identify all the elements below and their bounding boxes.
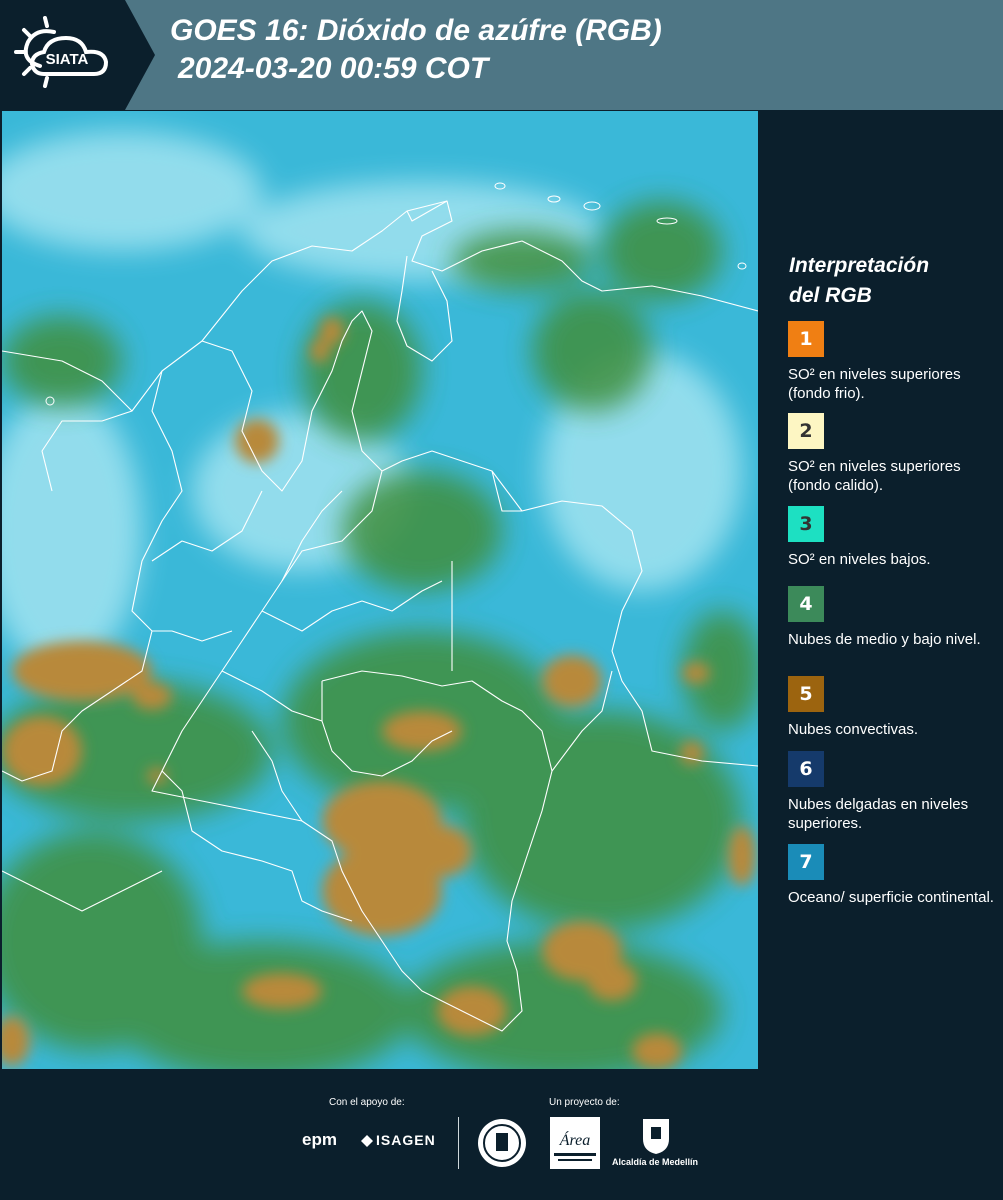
legend-swatch: 5: [788, 676, 824, 712]
svg-text:Área: Área: [559, 1130, 591, 1149]
support-label: Con el apoyo de:: [329, 1097, 405, 1108]
footer-divider: [458, 1117, 459, 1169]
legend-swatch: 4: [788, 586, 824, 622]
page-timestamp: 2024-03-20 00:59 COT: [178, 52, 489, 85]
legend-item: 3 SO² en niveles bajos.: [788, 506, 998, 569]
project-label: Un proyecto de:: [549, 1097, 620, 1108]
legend-label: Nubes convectivas.: [788, 721, 919, 738]
map-image: [2, 111, 758, 1069]
isagen-icon: [361, 1135, 373, 1147]
legend-label: SO² en niveles superiores (fondo frio).: [788, 366, 961, 402]
alcaldia-label: Alcaldía de Medellín: [612, 1157, 699, 1167]
legend-title: Interpretación del RGB: [789, 251, 929, 311]
legend-title-line2: del RGB: [789, 284, 872, 307]
legend-swatch: 2: [788, 413, 824, 449]
satellite-map: [2, 111, 758, 1069]
legend-item: 1 SO² en niveles superiores (fondo frio).: [788, 321, 998, 403]
legend-title-line1: Interpretación: [789, 254, 930, 277]
alcaldia-shield-icon: [643, 1119, 669, 1154]
legend-label: SO² en niveles superiores (fondo calido)…: [788, 458, 961, 494]
legend-swatch: 7: [788, 844, 824, 880]
footer: Con el apoyo de: Un proyecto de: epm ISA…: [0, 1069, 1003, 1200]
legend-item: 2 SO² en niveles superiores (fondo calido…: [788, 413, 998, 495]
epm-logo: epm: [302, 1130, 337, 1149]
legend-item: 7 Oceano/ superficie continental.: [788, 844, 998, 907]
legend-swatch: 6: [788, 751, 824, 787]
legend-item: 5 Nubes convectivas.: [788, 676, 998, 739]
legend-item: 6 Nubes delgadas en niveles superiores.: [788, 751, 998, 833]
legend-item: 4 Nubes de medio y bajo nivel.: [788, 586, 998, 649]
medellin-seal-icon: [478, 1119, 526, 1167]
area-metropolitana-logo-icon: Área: [550, 1117, 600, 1169]
header-arrow: [125, 0, 155, 110]
legend-label: Nubes de medio y bajo nivel.: [788, 631, 981, 648]
legend-label: SO² en niveles bajos.: [788, 551, 931, 568]
legend-label: Oceano/ superficie continental.: [788, 889, 994, 906]
legend-label: Nubes delgadas en niveles superiores.: [788, 796, 969, 832]
siata-logo-icon: SIATA: [14, 16, 109, 88]
legend-swatch: 3: [788, 506, 824, 542]
legend-swatch: 1: [788, 321, 824, 357]
isagen-logo: ISAGEN: [376, 1132, 436, 1148]
header-bar: SIATA GOES 16: Dióxido de azúfre (RGB) 2…: [0, 0, 1003, 110]
page-title: GOES 16: Dióxido de azúfre (RGB): [170, 14, 662, 47]
legend-panel: Interpretación del RGB 1 SO² en niveles s…: [760, 111, 1003, 1069]
siata-logo-text: SIATA: [46, 51, 89, 68]
siata-logo-block: SIATA: [0, 0, 125, 110]
